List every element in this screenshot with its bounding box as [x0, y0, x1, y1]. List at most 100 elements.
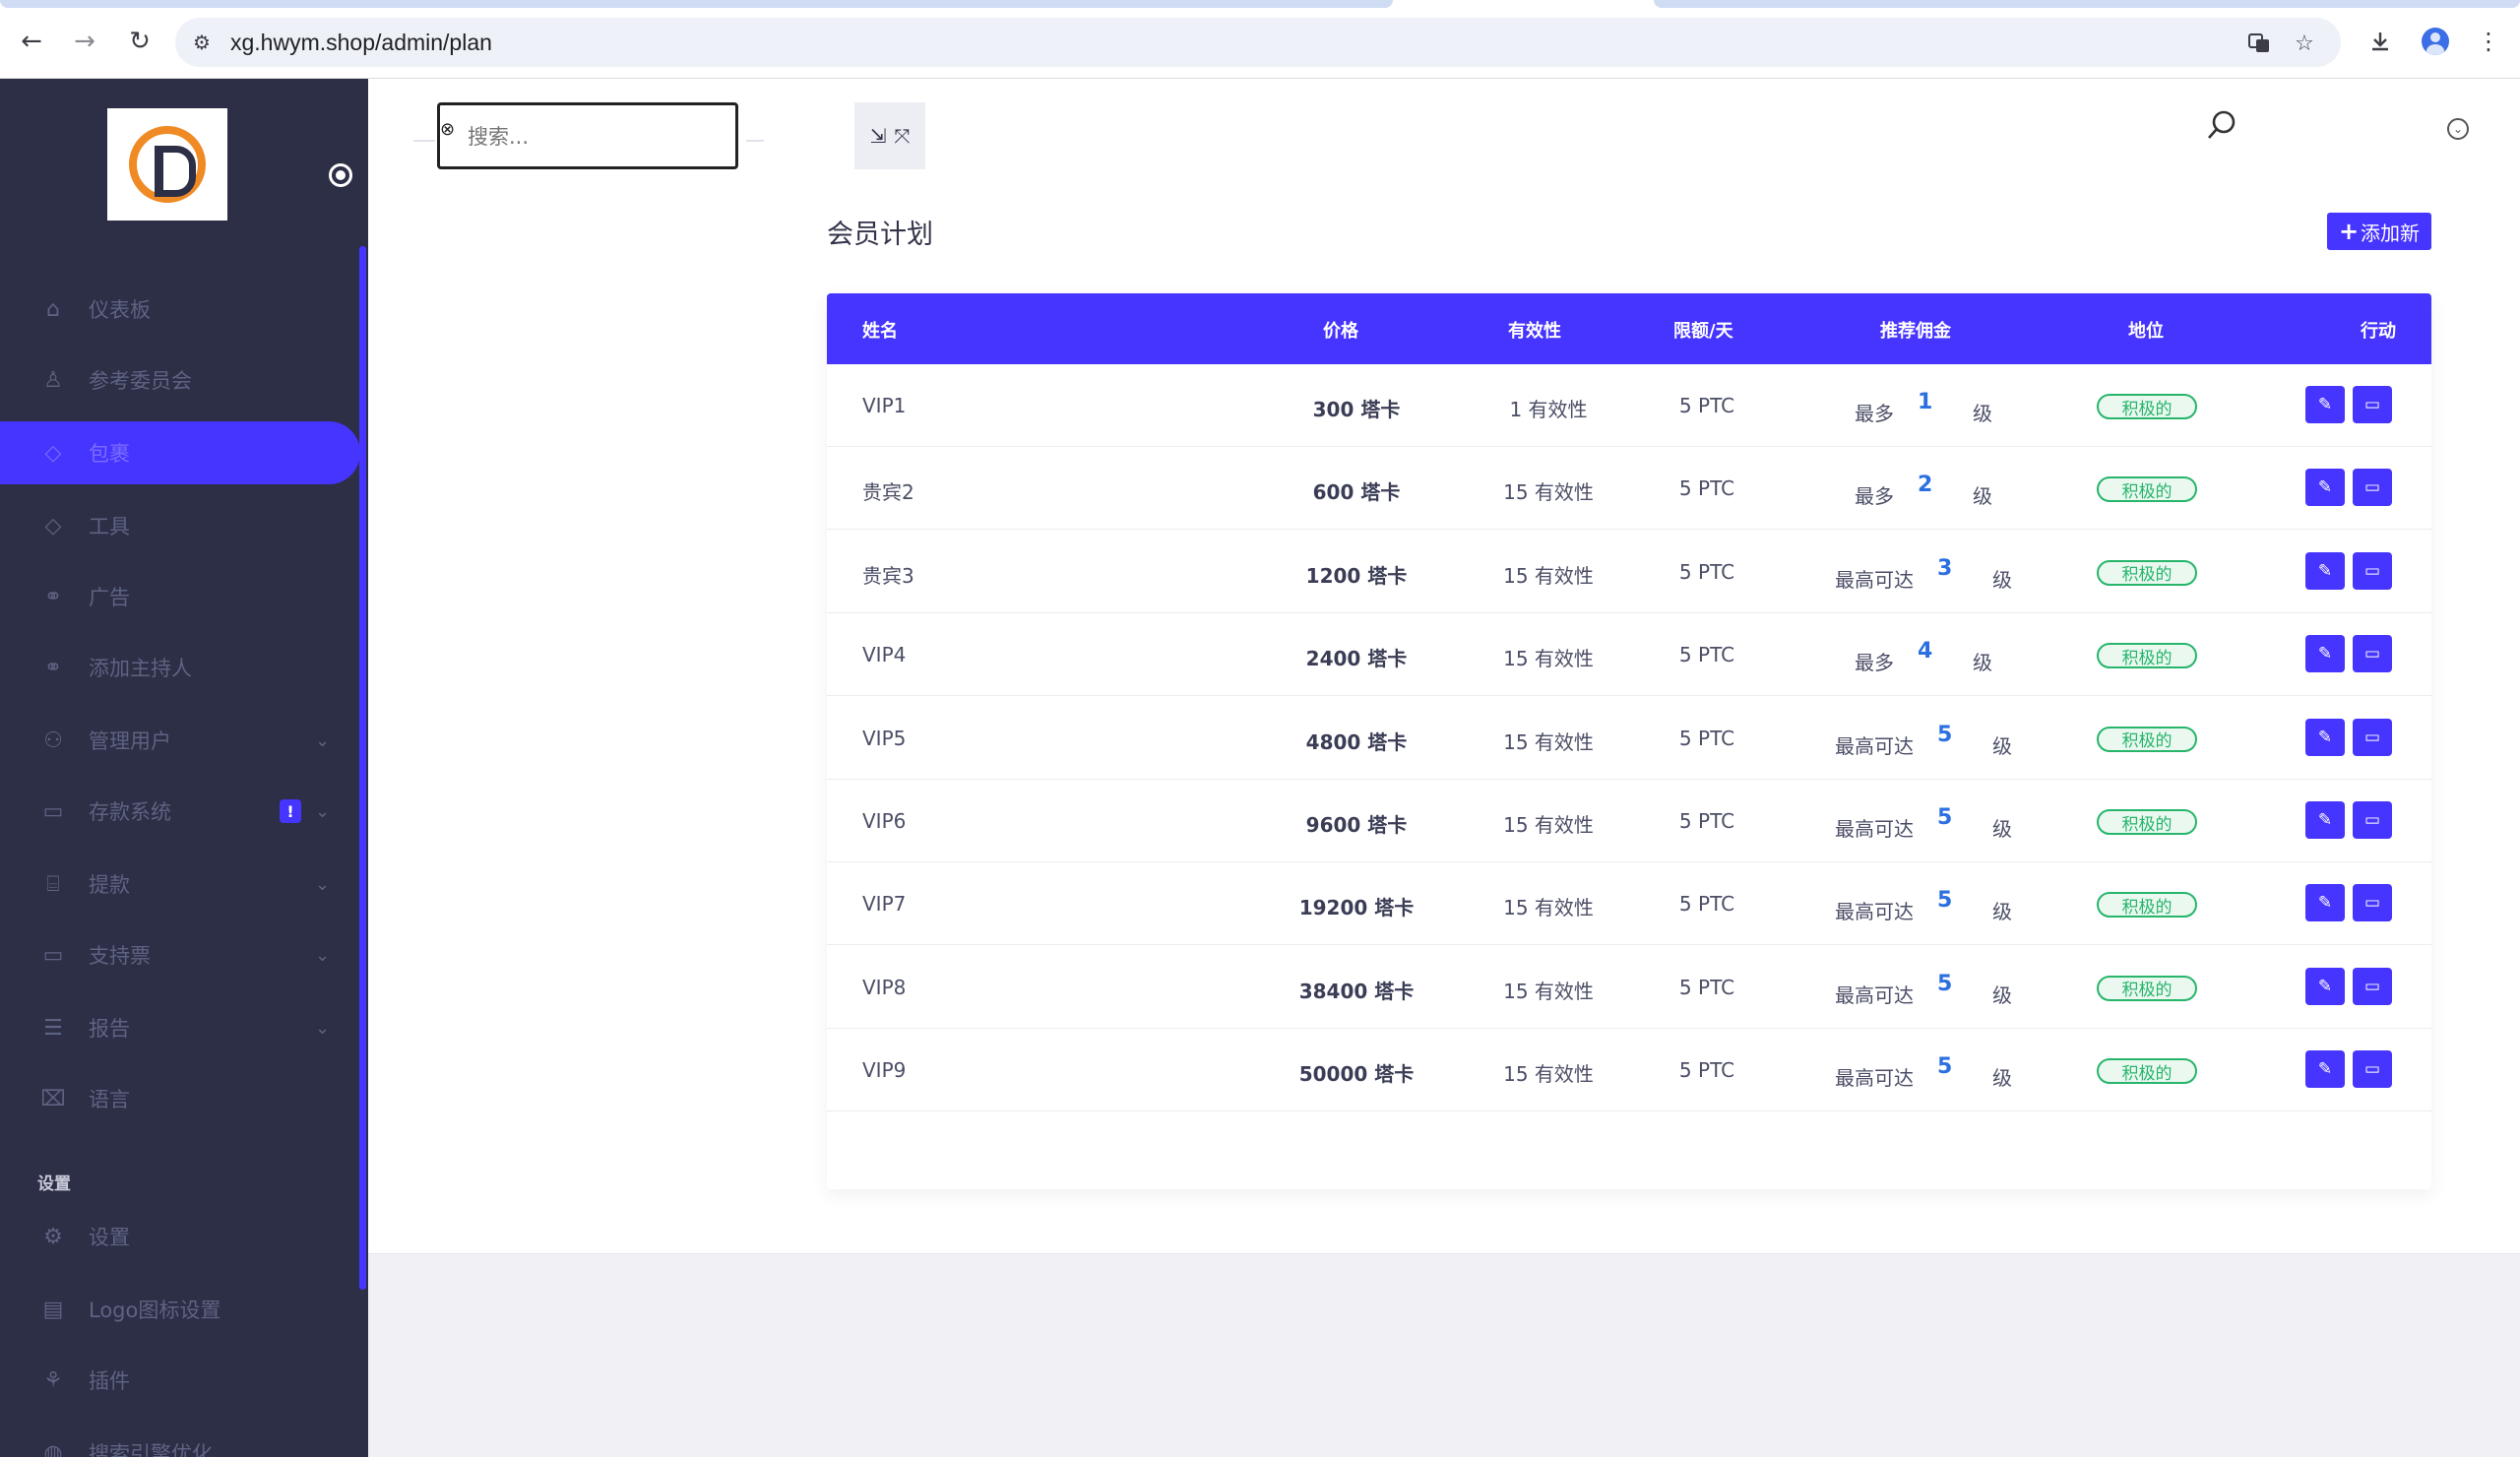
disable-button[interactable]: ▭: [2353, 1050, 2392, 1089]
browser-tab[interactable]: [0, 0, 1393, 8]
tag-icon: ◇: [44, 513, 62, 538]
edit-button[interactable]: ✎: [2305, 801, 2345, 839]
ticket-icon: ▭: [2363, 1059, 2381, 1080]
edit-button[interactable]: ✎: [2305, 635, 2345, 673]
disable-button[interactable]: ▭: [2353, 718, 2392, 756]
home-icon: ⌂: [46, 296, 60, 322]
referral-suffix: 级: [1992, 817, 2012, 841]
sidebar-item-manage-users[interactable]: ⚇ 管理用户 ⌄: [0, 709, 360, 772]
sidebar-item-add-host[interactable]: ⚭ 添加主持人: [0, 636, 360, 699]
sidebar-item-ads[interactable]: ⚭ 广告: [0, 565, 360, 628]
referral-level: 5: [1937, 888, 1953, 914]
sidebar-item-packages[interactable]: ◇ 包裹: [0, 421, 360, 484]
pencil-icon: ✎: [2317, 395, 2333, 414]
disable-button[interactable]: ▭: [2353, 884, 2392, 922]
bookmark-star-icon[interactable]: ☆: [2292, 31, 2317, 56]
download-icon[interactable]: [2364, 26, 2396, 57]
table-row: VIP7 19200 塔卡 15 有效性 5 PTC 最高可达 5 级 积极的 ✎ ▭: [827, 862, 2431, 946]
chevron-down-icon: ⌄: [315, 800, 331, 822]
search-clear-icon[interactable]: ⊗: [440, 119, 462, 141]
referral-suffix: 级: [1992, 900, 2012, 924]
status-badge: 积极的: [2097, 394, 2197, 419]
link-icon: ⚭: [43, 584, 63, 609]
plan-price: 1200 塔卡: [1305, 563, 1408, 588]
plan-name: VIP1: [862, 394, 907, 417]
edit-button[interactable]: ✎: [2305, 469, 2345, 507]
disable-button[interactable]: ▭: [2353, 967, 2392, 1005]
edit-button[interactable]: ✎: [2305, 386, 2345, 423]
plan-price: 9600 塔卡: [1305, 813, 1408, 837]
sidebar-item-plugins[interactable]: ⚘ 插件: [0, 1349, 360, 1412]
edit-button[interactable]: ✎: [2305, 718, 2345, 756]
fullscreen-toggle-button[interactable]: ⇲ ⤧: [854, 102, 925, 169]
plan-daily-limit: 5 PTC: [1678, 892, 1735, 917]
pencil-icon: ✎: [2317, 644, 2333, 665]
sidebar-item-reports[interactable]: ☰ 报告 ⌄: [0, 996, 360, 1059]
plan-daily-limit: 5 PTC: [1678, 975, 1735, 999]
sidebar-section-label: 设置: [37, 1174, 71, 1194]
referral-prefix: 最高可达: [1835, 567, 1914, 592]
pencil-icon: ✎: [2317, 560, 2333, 581]
disable-button[interactable]: ▭: [2353, 635, 2392, 673]
edit-button[interactable]: ✎: [2305, 551, 2345, 590]
ticket-icon: ▭: [2363, 727, 2381, 747]
edit-button[interactable]: ✎: [2305, 967, 2345, 1005]
address-bar[interactable]: ⚙ xg.hwym.shop/admin/plan ☆: [175, 18, 2341, 67]
sidebar-item-logo-settings[interactable]: ▤ Logo图标设置: [0, 1278, 360, 1341]
plan-name: VIP9: [862, 1058, 907, 1083]
disable-button[interactable]: ▭: [2353, 801, 2392, 839]
disable-button[interactable]: ▭: [2353, 386, 2392, 423]
url-text[interactable]: xg.hwym.shop/admin/plan: [230, 30, 492, 56]
user-menu-chevron-icon[interactable]: ⌄: [2447, 118, 2469, 140]
search-icon[interactable]: [2205, 108, 2238, 142]
sidebar-item-seo[interactable]: ◍ 搜索引擎优化: [0, 1422, 360, 1457]
sidebar-item-label: 报告: [89, 1017, 130, 1041]
plan-validity: 15 有效性: [1503, 647, 1594, 671]
sidebar-collapse-toggle[interactable]: [329, 163, 352, 187]
sidebar-item-support-tickets[interactable]: ▭ 支持票 ⌄: [0, 923, 360, 986]
sidebar-item-language[interactable]: ⌧ 语言: [0, 1067, 360, 1130]
disable-button[interactable]: ▭: [2353, 469, 2392, 507]
table-row: VIP8 38400 塔卡 15 有效性 5 PTC 最高可达 5 级 积极的 ✎ ▭: [827, 946, 2431, 1029]
sidebar-item-label: 搜索引擎优化: [89, 1442, 213, 1457]
referral-prefix: 最高可达: [1835, 1066, 1914, 1091]
plan-price: 38400 塔卡: [1298, 979, 1415, 1003]
sidebar-item-withdraw[interactable]: ⌸ 提款 ⌄: [0, 853, 360, 916]
forward-icon[interactable]: →: [67, 24, 102, 59]
sidebar-scrollbar[interactable]: [359, 246, 366, 1290]
plan-validity: 15 有效性: [1503, 480, 1594, 505]
sidebar-item-dashboard[interactable]: ⌂ 仪表板: [0, 278, 360, 341]
plan-price: 2400 塔卡: [1305, 647, 1408, 671]
site-info-icon[interactable]: ⚙: [189, 30, 215, 55]
plan-price: 19200 塔卡: [1298, 896, 1415, 920]
edit-button[interactable]: ✎: [2305, 884, 2345, 922]
sidebar-item-referral[interactable]: ♙ 参考委员会: [0, 348, 360, 412]
col-header-action: 行动: [2361, 321, 2396, 342]
search-input[interactable]: [468, 119, 724, 155]
reload-icon[interactable]: ↻: [122, 24, 158, 59]
gear-icon: ⚙: [43, 1224, 63, 1249]
sidebar-item-settings[interactable]: ⚙ 设置: [0, 1205, 360, 1268]
translate-icon[interactable]: [2246, 31, 2272, 56]
browser-tab[interactable]: [1654, 0, 2520, 8]
plan-validity: 15 有效性: [1503, 813, 1594, 837]
search-box[interactable]: ⊗: [437, 102, 738, 169]
plan-price: 50000 塔卡: [1298, 1062, 1415, 1087]
disable-button[interactable]: ▭: [2353, 551, 2392, 590]
add-new-button[interactable]: + 添加新: [2327, 213, 2431, 250]
logo[interactable]: [107, 108, 227, 221]
sidebar-item-deposit-system[interactable]: ▭ 存款系统 ! ⌄: [0, 780, 360, 843]
profile-icon[interactable]: [2420, 26, 2451, 57]
more-vert-icon[interactable]: ⋮: [2473, 26, 2504, 57]
table-row: VIP4 2400 塔卡 15 有效性 5 PTC 最多 4 级 积极的 ✎ ▭: [827, 613, 2431, 697]
referral-level: 3: [1937, 555, 1953, 581]
plan-name: VIP5: [862, 726, 907, 750]
back-icon[interactable]: ←: [14, 24, 49, 59]
admin-topbar: ⊗ ⇲ ⤧ ⌄: [368, 79, 2520, 272]
status-badge: 积极的: [2097, 975, 2197, 1001]
language-icon: ⌧: [40, 1086, 66, 1111]
col-header-validity: 有效性: [1508, 321, 1561, 342]
edit-button[interactable]: ✎: [2305, 1050, 2345, 1089]
referral-suffix: 级: [1992, 567, 2012, 592]
sidebar-item-tools[interactable]: ◇ 工具: [0, 494, 360, 557]
